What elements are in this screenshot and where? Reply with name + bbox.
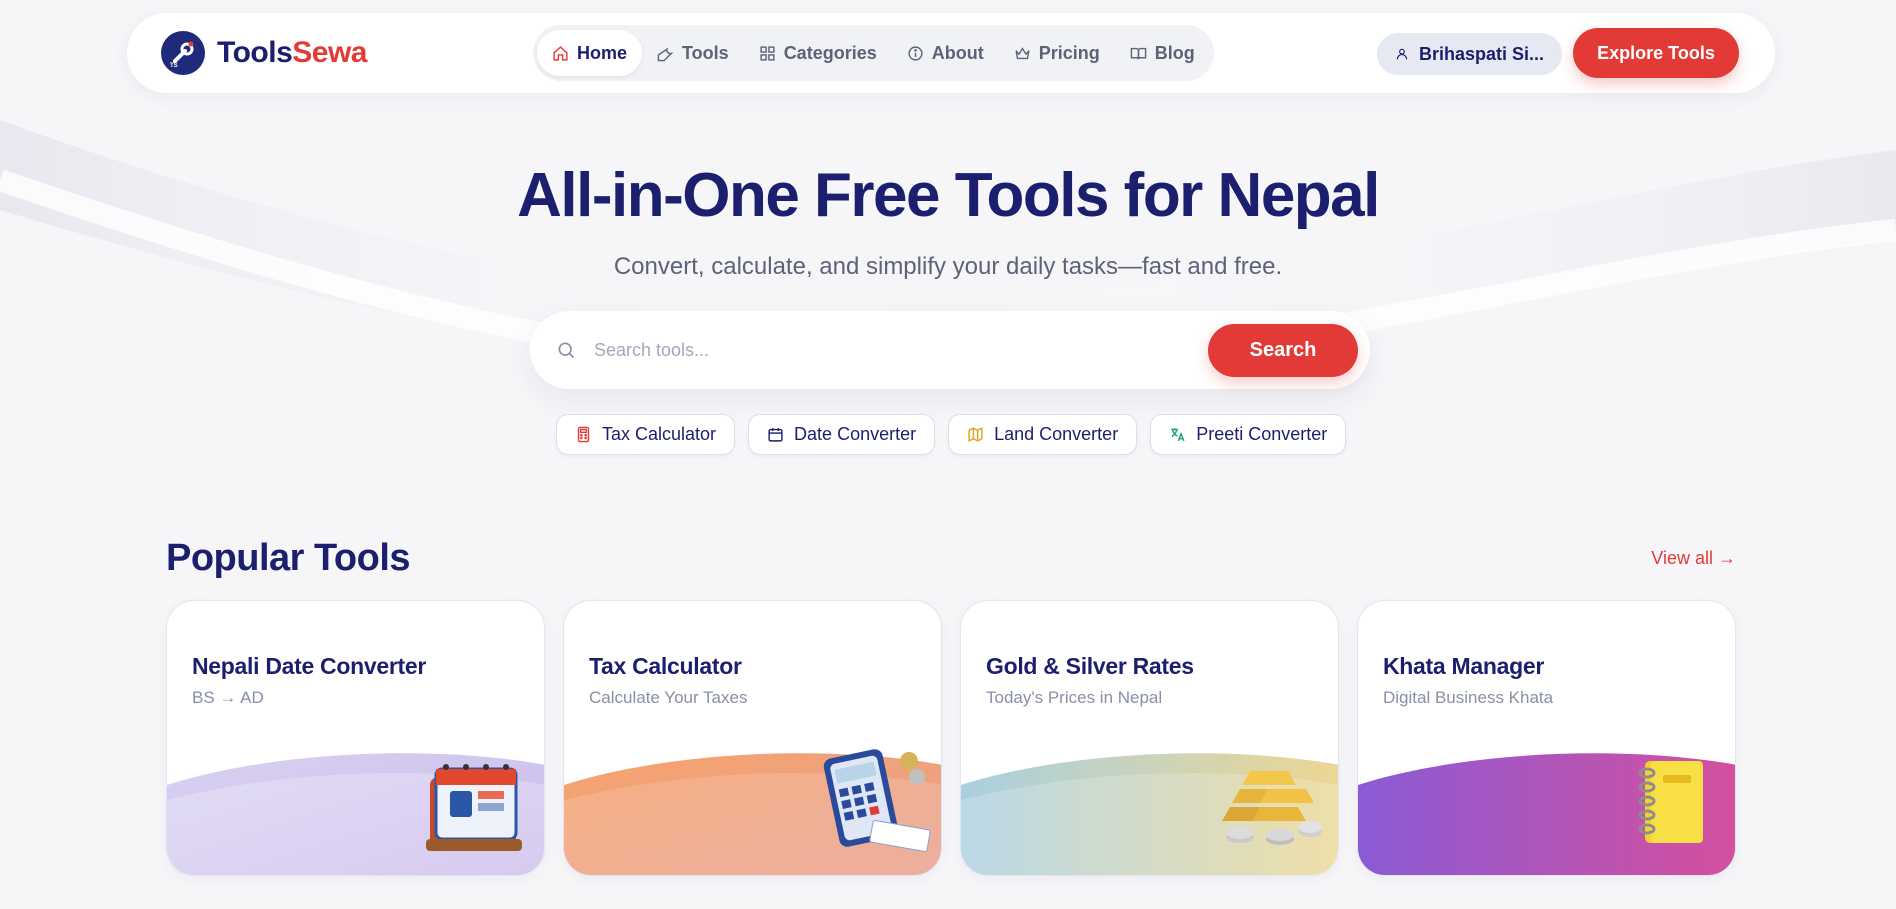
nav-item-label: Categories bbox=[783, 42, 877, 63]
tag-date-converter[interactable]: Date Converter bbox=[748, 414, 936, 455]
map-icon bbox=[968, 426, 983, 443]
info-icon bbox=[908, 45, 923, 61]
brand-name-part2: Sewa bbox=[292, 36, 367, 69]
tools-logo-icon: TS bbox=[161, 31, 205, 75]
calculator-illustration bbox=[823, 749, 931, 853]
nav-item-home[interactable]: Home bbox=[537, 30, 643, 76]
nav-item-label: Tools bbox=[682, 42, 729, 63]
home-icon bbox=[553, 45, 568, 61]
tag-label: Preeti Converter bbox=[1196, 424, 1328, 444]
tag-tax-calculator[interactable]: Tax Calculator bbox=[556, 414, 736, 455]
nav-item-categories[interactable]: Categories bbox=[744, 30, 892, 76]
card-subtitle: Today's Prices in Nepal bbox=[986, 688, 1163, 707]
nav-item-blog[interactable]: Blog bbox=[1115, 30, 1210, 76]
notebook-illustration bbox=[1638, 761, 1703, 843]
top-navbar: TS ToolsSewa Home Tools Categories About… bbox=[127, 13, 1775, 93]
tag-label: Date Converter bbox=[794, 424, 917, 444]
nav-item-label: About bbox=[931, 42, 984, 63]
hero-title: All-in-One Free Tools for Nepal bbox=[517, 161, 1380, 230]
translate-icon bbox=[1171, 428, 1185, 442]
hero-subtitle: Convert, calculate, and simplify your da… bbox=[613, 253, 1283, 280]
tool-card-nepali-date-converter[interactable]: Nepali Date Converter BS → AD bbox=[166, 600, 545, 876]
nav-item-tools[interactable]: Tools bbox=[642, 30, 744, 76]
tool-card-gold-silver-rates[interactable]: Gold & Silver Rates Today's Prices in Ne… bbox=[960, 600, 1339, 876]
nav-item-label: Home bbox=[577, 42, 628, 63]
card-title: Tax Calculator bbox=[589, 653, 742, 679]
tool-card-tax-calculator[interactable]: Tax Calculator Calculate Your Taxes bbox=[563, 600, 942, 876]
tag-preeti-converter[interactable]: Preeti Converter bbox=[1150, 414, 1347, 455]
brand[interactable]: TS ToolsSewa bbox=[161, 31, 461, 75]
card-subtitle: Digital Business Khata bbox=[1383, 688, 1554, 707]
tag-label: Land Converter bbox=[994, 424, 1119, 444]
tag-label: Tax Calculator bbox=[602, 424, 717, 444]
user-menu-button[interactable]: Brihaspati Si... bbox=[1377, 33, 1562, 75]
wrench-icon bbox=[657, 47, 674, 61]
gold-bars-illustration bbox=[1222, 771, 1322, 845]
nav-item-pricing[interactable]: Pricing bbox=[999, 30, 1115, 76]
card-title: Nepali Date Converter bbox=[192, 653, 426, 679]
calculator-icon bbox=[577, 426, 590, 443]
tool-card-khata-manager[interactable]: Khata Manager Digital Business Khata bbox=[1357, 600, 1736, 876]
search-icon bbox=[558, 342, 575, 359]
card-subtitle: BS → AD bbox=[192, 688, 264, 707]
user-icon bbox=[1396, 48, 1408, 60]
nav-item-label: Pricing bbox=[1038, 42, 1100, 63]
nav-item-label: Blog bbox=[1154, 42, 1195, 63]
popular-tools-list: Nepali Date Converter BS → AD Tax Calcul… bbox=[166, 600, 1736, 876]
main-nav: Home Tools Categories About Pricing Blog bbox=[533, 25, 1214, 81]
quick-tool-tags: Tax Calculator Date Converter Land Conve… bbox=[556, 414, 1347, 455]
brand-name: ToolsSewa bbox=[217, 36, 367, 70]
calendar-icon bbox=[768, 428, 783, 442]
nav-item-about[interactable]: About bbox=[892, 30, 999, 76]
card-title: Gold & Silver Rates bbox=[986, 653, 1194, 679]
grid-icon bbox=[760, 45, 775, 61]
user-name: Brihaspati Si... bbox=[1418, 43, 1544, 64]
search-bar: Search bbox=[530, 311, 1370, 389]
search-input[interactable] bbox=[594, 339, 1208, 361]
view-all-link[interactable]: View all → bbox=[1651, 548, 1736, 569]
calendar-illustration bbox=[426, 764, 522, 851]
book-icon bbox=[1130, 47, 1147, 59]
card-title: Khata Manager bbox=[1383, 653, 1544, 679]
logo-small-text: TS bbox=[170, 63, 178, 69]
card-subtitle: Calculate Your Taxes bbox=[589, 688, 748, 707]
popular-tools-title: Popular Tools bbox=[166, 537, 411, 579]
crown-icon bbox=[1015, 46, 1030, 59]
brand-name-part1: Tools bbox=[217, 36, 293, 69]
search-button[interactable]: Search bbox=[1208, 323, 1358, 377]
explore-tools-button[interactable]: Explore Tools bbox=[1573, 28, 1739, 78]
tag-land-converter[interactable]: Land Converter bbox=[948, 414, 1138, 455]
